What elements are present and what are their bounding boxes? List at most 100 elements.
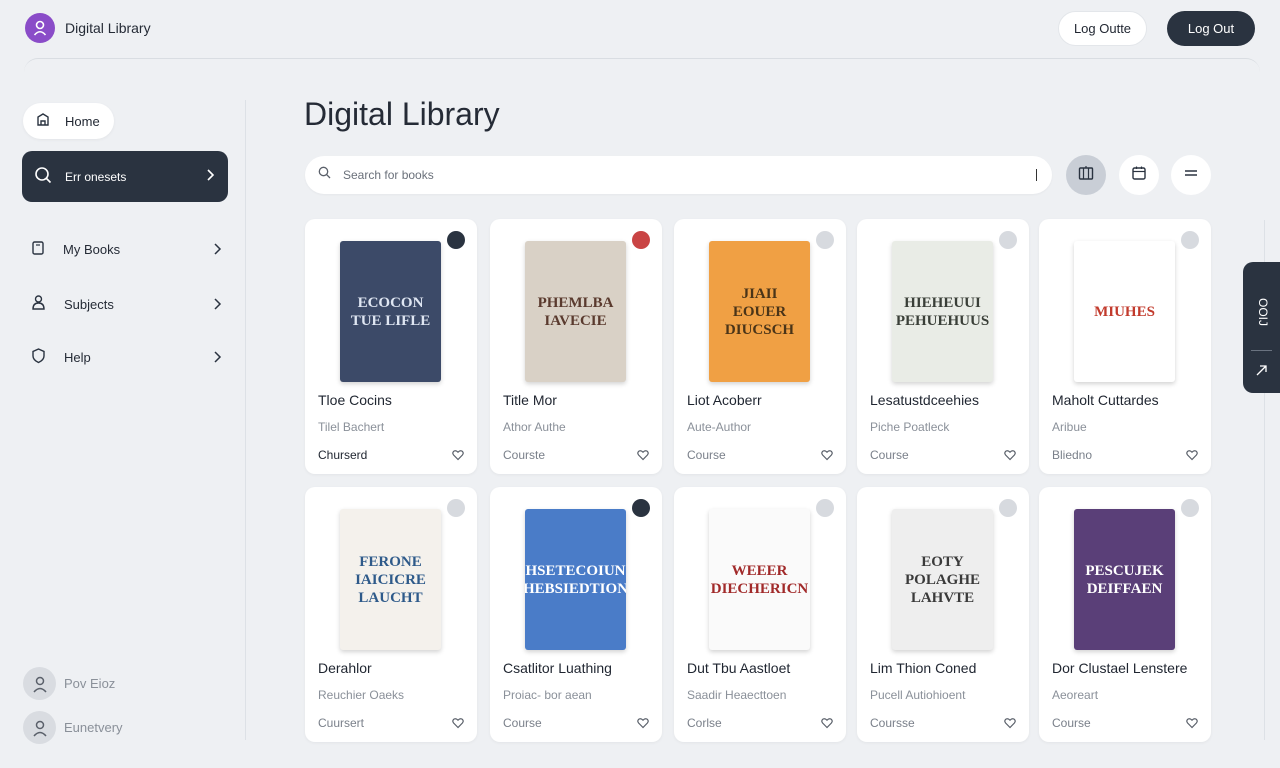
status-dot[interactable]: [816, 231, 834, 249]
library-view-button[interactable]: [1066, 155, 1106, 195]
book-author: Piche Poatleck: [870, 420, 950, 434]
book-course: Churserd: [318, 448, 368, 462]
favorite-icon[interactable]: [1186, 448, 1198, 466]
book-card[interactable]: ECOCON TUE LIFLE Tloe Cocins Tilel Bachert…: [305, 219, 477, 474]
book-title: Dut Tbu Aastloet: [687, 660, 791, 676]
book-cover-text: WEEER DIECHERICN: [710, 562, 809, 597]
book-card[interactable]: WEEER DIECHERICN Dut Tbu Aastloet Saadir H…: [674, 487, 846, 742]
book-title: Lim Thion Coned: [870, 660, 977, 676]
favorite-icon[interactable]: [1004, 716, 1016, 734]
book-cover[interactable]: ECOCON TUE LIFLE: [340, 241, 441, 382]
side-panel-tab[interactable]: OOIJ: [1243, 262, 1280, 393]
book-title: Derahlor: [318, 660, 372, 676]
favorite-icon[interactable]: [637, 716, 649, 734]
sidebar-item-home[interactable]: Home: [23, 103, 114, 139]
header-divider: [24, 58, 1260, 72]
book-cover[interactable]: PESCUJEK DEIFFAEN: [1074, 509, 1175, 650]
book-cover[interactable]: WEEER DIECHERICN: [709, 509, 810, 650]
chevron-right-icon: [212, 242, 222, 259]
logout-button-secondary[interactable]: Log Outte: [1058, 11, 1147, 46]
book-course: Course: [1052, 716, 1091, 730]
book-course: Coursse: [870, 716, 915, 730]
book-author: Aeoreart: [1052, 688, 1099, 702]
book-cover[interactable]: EOTY POLAGHE LAHVTE: [892, 509, 993, 650]
calendar-view-button[interactable]: [1119, 155, 1159, 195]
sidebar-item-subjects[interactable]: Subjects: [30, 292, 226, 316]
sidebar-item-label: My Books: [63, 241, 121, 257]
book-card[interactable]: PESCUJEK DEIFFAEN Dor Clustael Lenstere Ae…: [1039, 487, 1211, 742]
book-cover[interactable]: PHEMLBA IAVECIE: [525, 241, 626, 382]
sidebar-item-my-books[interactable]: My Books: [30, 237, 226, 261]
book-cover[interactable]: JIAII EOUER DIUCSCH: [709, 241, 810, 382]
status-dot[interactable]: [999, 231, 1017, 249]
status-dot[interactable]: [1181, 499, 1199, 517]
book-course: Course: [687, 448, 726, 462]
favorite-icon[interactable]: [452, 716, 464, 734]
book-cover-text: MIUHES: [1094, 303, 1155, 320]
book-cover-text: EOTY POLAGHE LAHVTE: [904, 553, 980, 606]
book-cover-text: PESCUJEK DEIFFAEN: [1085, 562, 1164, 597]
side-tab-label: OOIJ: [1256, 297, 1270, 326]
book-course: Course: [503, 716, 542, 730]
search-input[interactable]: [343, 168, 1013, 182]
book-author: Reuchier Oaeks: [318, 688, 405, 702]
book-card[interactable]: MIUHES Maholt Cuttardes Aribue Bliedno: [1039, 219, 1211, 474]
book-author: Athor Authe: [503, 420, 566, 434]
book-cover[interactable]: HIEHEUUI PEHUEHUUS: [892, 241, 993, 382]
user-account-2[interactable]: Eunetvery: [23, 711, 223, 744]
book-cover-text: HSETECOIUN HEBSIEDTION: [525, 562, 626, 597]
book-title: Csatlitor Luathing: [503, 660, 612, 676]
favorite-icon[interactable]: [1186, 716, 1198, 734]
status-dot[interactable]: [447, 499, 465, 517]
library-grid-icon: [1077, 164, 1095, 187]
book-author: Proiac- bor aean: [503, 688, 592, 702]
book-card[interactable]: JIAII EOUER DIUCSCH Liot Acoberr Aute-Auth…: [674, 219, 846, 474]
sidebar-item-active[interactable]: Err onesets: [22, 151, 228, 202]
sidebar-item-label: Subjects: [64, 296, 114, 312]
favorite-icon[interactable]: [637, 448, 649, 466]
book-card[interactable]: EOTY POLAGHE LAHVTE Lim Thion Coned Pucell…: [857, 487, 1029, 742]
book-course: Courste: [503, 448, 546, 462]
chevron-right-icon: [205, 168, 215, 185]
book-course: Cuursert: [318, 716, 365, 730]
book-cover-text: JIAII EOUER DIUCSCH: [724, 285, 795, 338]
arrow-icon: [1255, 364, 1268, 382]
book-card[interactable]: FERONE IAICICRE LAUCHT Derahlor Reuchier O…: [305, 487, 477, 742]
book-cover[interactable]: HSETECOIUN HEBSIEDTION: [525, 509, 626, 650]
list-icon: [1183, 165, 1199, 186]
status-dot[interactable]: [1181, 231, 1199, 249]
list-view-button[interactable]: [1171, 155, 1211, 195]
status-dot[interactable]: [632, 231, 650, 249]
book-cover-text: FERONE IAICICRE LAUCHT: [355, 553, 426, 606]
status-dot[interactable]: [999, 499, 1017, 517]
search-icon: [34, 166, 52, 187]
status-dot[interactable]: [632, 499, 650, 517]
sidebar-item-help[interactable]: Help: [30, 345, 226, 369]
book-course: Bliedno: [1052, 448, 1093, 462]
text-cursor: [1036, 169, 1037, 181]
book-card[interactable]: HIEHEUUI PEHUEHUUS Lesatustdceehies Piche …: [857, 219, 1029, 474]
favorite-icon[interactable]: [821, 448, 833, 466]
user-name: Eunetvery: [64, 720, 123, 735]
favorite-icon[interactable]: [821, 716, 833, 734]
logout-button[interactable]: Log Out: [1167, 11, 1255, 46]
book-icon: [30, 240, 46, 259]
home-icon: [35, 112, 51, 131]
status-dot[interactable]: [816, 499, 834, 517]
book-cover[interactable]: FERONE IAICICRE LAUCHT: [340, 509, 441, 650]
search-bar[interactable]: [305, 156, 1052, 194]
favorite-icon[interactable]: [452, 448, 464, 466]
user-account-1[interactable]: Pov Eioz: [23, 667, 223, 700]
book-cover-text: ECOCON TUE LIFLE: [350, 294, 431, 329]
favorite-icon[interactable]: [1004, 448, 1016, 466]
book-title: Liot Acoberr: [687, 392, 762, 408]
app-title: Digital Library: [65, 20, 151, 36]
book-cover[interactable]: MIUHES: [1074, 241, 1175, 382]
book-card[interactable]: PHEMLBA IAVECIE Title Mor Athor Authe Cours…: [490, 219, 662, 474]
avatar: [23, 711, 56, 744]
avatar: [23, 667, 56, 700]
book-author: Saadir Heaecttoen: [687, 688, 787, 702]
book-course: Corlse: [687, 716, 722, 730]
status-dot[interactable]: [447, 231, 465, 249]
book-card[interactable]: HSETECOIUN HEBSIEDTION Csatlitor Luathing…: [490, 487, 662, 742]
